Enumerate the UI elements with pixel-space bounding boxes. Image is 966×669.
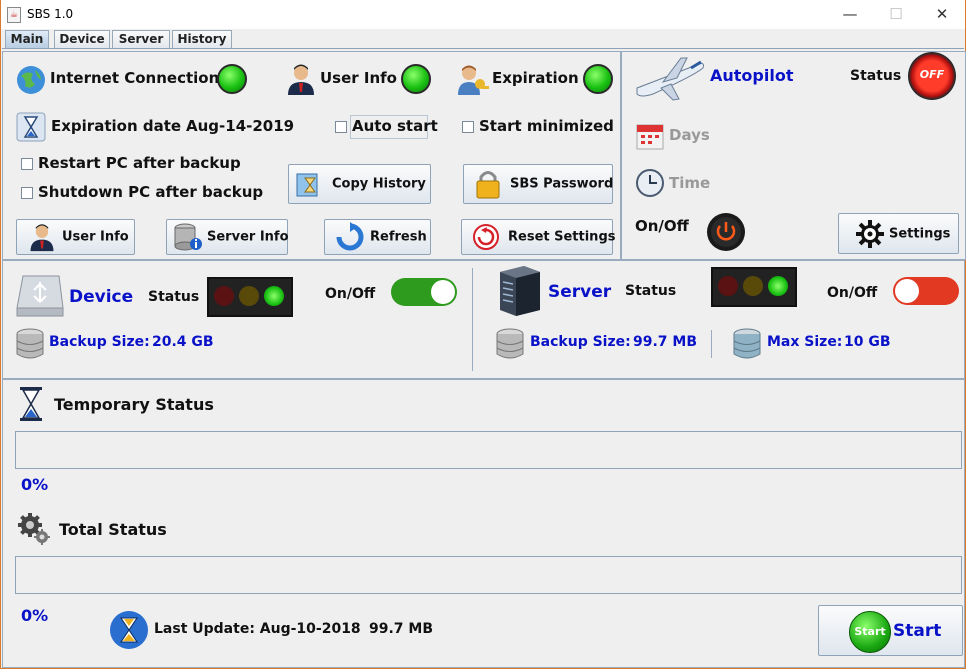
padlock-icon	[476, 171, 500, 199]
refresh-button[interactable]: Refresh	[324, 219, 431, 255]
copy-history-button[interactable]: Copy History	[288, 164, 431, 204]
reset-settings-button[interactable]: Reset Settings	[461, 219, 616, 255]
settings-button[interactable]: Settings	[838, 213, 959, 254]
device-title: Device	[69, 287, 134, 307]
expiration-status-led	[583, 64, 613, 94]
device-backup-size-label: Backup Size:	[49, 334, 150, 350]
server-backup-size-label: Backup Size:	[530, 334, 631, 350]
power-button[interactable]	[706, 212, 746, 252]
tab-bar: Main Device Server History	[1, 29, 965, 49]
autopilot-status-label: Status	[850, 68, 902, 84]
total-status-label: Total Status	[59, 520, 167, 539]
shutdown-pc-label[interactable]: Shutdown PC after backup	[38, 183, 263, 201]
close-button[interactable]: ✕	[919, 0, 965, 29]
app-window: ☕ SBS 1.0 — ☐ ✕ Main Device Server Histo…	[1, 0, 966, 668]
device-status-label: Status	[148, 289, 200, 305]
last-update-size: 99.7 MB	[369, 621, 434, 637]
server-title: Server	[548, 282, 612, 302]
panel-separator	[472, 268, 473, 371]
tab-main[interactable]: Main	[5, 30, 49, 48]
minimize-button[interactable]: —	[827, 0, 873, 29]
gear-icon	[856, 219, 884, 248]
user-icon	[288, 64, 314, 95]
copy-history-icon	[296, 173, 318, 197]
reset-icon	[473, 224, 499, 250]
server-max-size-value: 10 GB	[844, 334, 891, 350]
server-traffic-light	[711, 267, 797, 307]
start-icon: Start	[849, 611, 891, 653]
server-status-label: Status	[625, 283, 677, 299]
java-icon: ☕	[7, 7, 21, 23]
expiration-date-value: Aug-14-2019	[186, 117, 295, 135]
last-update-label: Last Update: Aug-10-2018	[154, 621, 361, 637]
tab-device[interactable]: Device	[54, 30, 110, 48]
device-onoff-label: On/Off	[325, 286, 376, 302]
server-info-button[interactable]: Server Info	[166, 219, 289, 255]
server-onoff-toggle[interactable]	[893, 277, 959, 305]
total-progress-bar	[15, 556, 962, 594]
autopilot-title: Autopilot	[710, 66, 794, 85]
database-icon	[16, 328, 44, 359]
tab-history[interactable]: History	[172, 30, 232, 48]
server-backup-size-value: 99.7 MB	[633, 334, 698, 350]
device-traffic-light	[207, 277, 293, 317]
expiration-date-label: Expiration date	[51, 117, 182, 135]
autopilot-onoff-label: On/Off	[635, 217, 689, 235]
clock-icon	[636, 169, 664, 197]
database-info-icon	[174, 223, 202, 251]
globe-icon	[17, 66, 45, 94]
restart-pc-checkbox[interactable]	[21, 158, 33, 170]
size-separator	[711, 330, 712, 358]
sbs-password-button[interactable]: SBS Password	[463, 164, 613, 204]
start-button[interactable]: Start Start	[818, 605, 963, 656]
auto-start-label[interactable]: Auto start	[352, 117, 438, 135]
window-title: SBS 1.0	[27, 7, 74, 21]
maximize-button[interactable]: ☐	[873, 0, 919, 29]
time-label[interactable]: Time	[669, 174, 710, 192]
server-max-size-label: Max Size:	[767, 334, 843, 350]
hourglass-icon	[20, 387, 42, 421]
expiration-label: Expiration	[492, 69, 579, 87]
internet-connection-label: Internet Connection	[50, 69, 220, 87]
airplane-icon	[636, 57, 704, 101]
start-minimized-checkbox[interactable]	[462, 121, 474, 133]
temporary-percent: 0%	[21, 475, 49, 494]
user-key-icon	[458, 65, 489, 95]
days-label[interactable]: Days	[669, 126, 710, 144]
calendar-icon	[636, 124, 664, 150]
start-minimized-label[interactable]: Start minimized	[479, 117, 614, 135]
temporary-status-label: Temporary Status	[54, 395, 214, 414]
device-backup-size-value: 20.4 GB	[152, 334, 214, 350]
device-onoff-toggle[interactable]	[391, 278, 457, 306]
user-info-status-led	[401, 64, 431, 94]
hourglass-icon	[16, 112, 46, 142]
tab-divider	[2, 48, 964, 49]
server-icon	[500, 266, 540, 316]
refresh-icon	[336, 222, 364, 251]
gears-icon	[18, 513, 50, 545]
device-server-panel	[2, 260, 965, 379]
shutdown-pc-checkbox[interactable]	[21, 187, 33, 199]
hourglass-update-icon	[110, 611, 148, 649]
usb-drive-icon	[16, 275, 64, 317]
title-bar: ☕ SBS 1.0 — ☐ ✕	[1, 0, 965, 29]
autopilot-status-badge: OFF	[908, 52, 956, 100]
total-percent: 0%	[21, 606, 49, 625]
restart-pc-label[interactable]: Restart PC after backup	[38, 154, 241, 172]
user-info-button[interactable]: User Info	[16, 219, 135, 255]
database-max-icon	[733, 328, 761, 359]
user-info-label: User Info	[320, 69, 397, 87]
tab-server[interactable]: Server	[112, 30, 170, 48]
user-icon	[30, 224, 54, 252]
temporary-progress-bar	[15, 431, 962, 469]
internet-status-led	[217, 64, 247, 94]
database-icon	[496, 328, 524, 359]
server-onoff-label: On/Off	[827, 285, 878, 301]
auto-start-checkbox[interactable]	[335, 121, 347, 133]
